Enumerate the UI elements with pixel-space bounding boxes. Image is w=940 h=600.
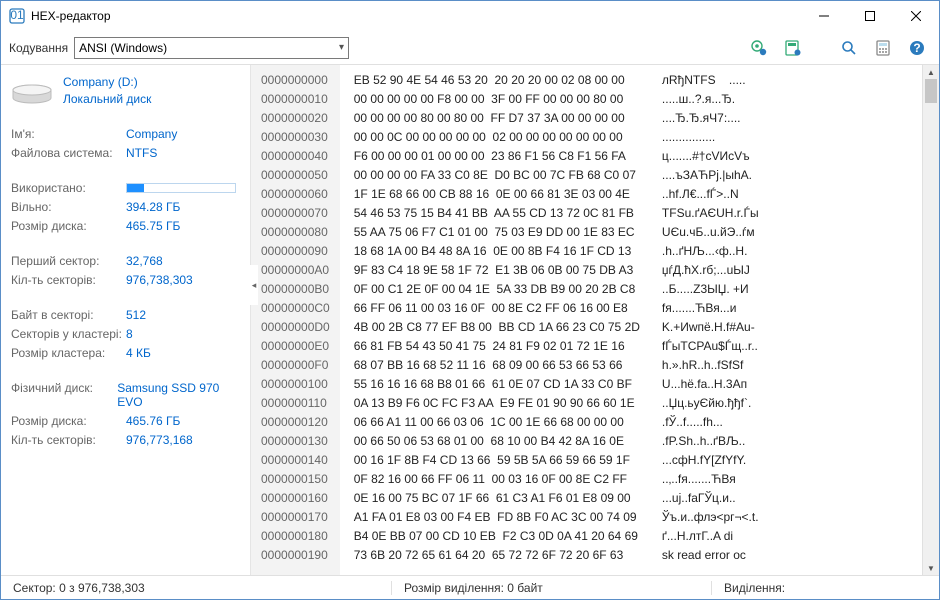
prop-row: Байт в секторі:512 (11, 308, 238, 322)
calculator-button[interactable] (869, 34, 897, 62)
encoding-value: ANSI (Windows) (79, 41, 167, 55)
prop-key: Розмір диска: (11, 414, 126, 428)
prop-value: 8 (126, 327, 133, 341)
prop-key: Ім'я: (11, 127, 126, 141)
prop-value: 976,773,168 (126, 433, 193, 447)
prop-value: 32,768 (126, 254, 163, 268)
status-selection-size: Розмір виділення: 0 байт (391, 581, 711, 595)
prop-key: Байт в секторі: (11, 308, 126, 322)
chevron-down-icon: ▾ (339, 42, 344, 53)
prop-row: Перший сектор:32,768 (11, 254, 238, 268)
minimize-button[interactable] (801, 1, 847, 31)
prop-key: Вільно: (11, 200, 126, 214)
prop-key: Кіл-ть секторів: (11, 433, 126, 447)
prop-value: 512 (126, 308, 146, 322)
usage-bar (126, 183, 236, 193)
status-sector: Сектор: 0 з 976,738,303 (1, 581, 391, 595)
help-button[interactable]: ? (903, 34, 931, 62)
close-button[interactable] (893, 1, 939, 31)
prop-row: Файлова система:NTFS (11, 146, 238, 160)
drive-kind: Локальний диск (63, 92, 151, 106)
prop-row: Секторів у кластері:8 (11, 327, 238, 341)
prop-value: 394.28 ГБ (126, 200, 180, 214)
sidebar-collapse-handle[interactable]: ◂ (250, 265, 258, 305)
status-selection: Виділення: (711, 581, 797, 595)
encoding-select[interactable]: ANSI (Windows) ▾ (74, 37, 349, 59)
window-title: HEX-редактор (31, 9, 801, 23)
window-controls (801, 1, 939, 31)
prop-row: Розмір диска:465.75 ГБ (11, 219, 238, 233)
prop-key: Секторів у кластері: (11, 327, 126, 341)
prop-row: Ім'я:Company (11, 127, 238, 141)
ascii-column[interactable]: лRђNTFS ..... .....ш..?.я...Ђ. ....Ђ.Ђ.я… (654, 65, 922, 575)
prop-row: Фізичний диск:Samsung SSD 970 EVO (11, 381, 238, 409)
prop-row: Вільно:394.28 ГБ (11, 200, 238, 214)
scroll-up-icon[interactable]: ▲ (923, 65, 939, 79)
encoding-label: Кодування (9, 41, 68, 55)
hex-column[interactable]: EB 52 90 4E 54 46 53 20 20 20 20 00 02 0… (340, 65, 654, 575)
prop-key: Розмір кластера: (11, 346, 126, 360)
drive-name[interactable]: Company (D:) (63, 75, 151, 89)
prop-value: NTFS (126, 146, 157, 160)
prop-row: Кіл-ть секторів:976,773,168 (11, 433, 238, 447)
prop-value: 976,738,303 (126, 273, 193, 287)
prop-key: Фізичний диск: (11, 381, 117, 409)
prop-value: Company (126, 127, 177, 141)
scroll-down-icon[interactable]: ▼ (923, 561, 939, 575)
offset-column: 0000000000 0000000010 0000000020 0000000… (251, 65, 340, 575)
prop-row: Розмір диска:465.76 ГБ (11, 414, 238, 428)
prop-key: Використано: (11, 181, 126, 195)
prop-row: Розмір кластера:4 КБ (11, 346, 238, 360)
settings-button[interactable] (745, 34, 773, 62)
hex-pane[interactable]: ◂ 0000000000 0000000010 0000000020 00000… (251, 65, 939, 575)
prop-key: Кіл-ть секторів: (11, 273, 126, 287)
titlebar: 01 HEX-редактор (1, 1, 939, 31)
vertical-scrollbar[interactable]: ▲ ▼ (922, 65, 939, 575)
toolbar: Кодування ANSI (Windows) ▾ ? (1, 31, 939, 65)
svg-text:01: 01 (10, 8, 24, 22)
status-bar: Сектор: 0 з 976,738,303 Розмір виділення… (1, 575, 939, 599)
prop-value: 465.76 ГБ (126, 414, 180, 428)
search-button[interactable] (835, 34, 863, 62)
scroll-thumb[interactable] (925, 79, 937, 103)
save-button[interactable] (779, 34, 807, 62)
maximize-button[interactable] (847, 1, 893, 31)
prop-value: 465.75 ГБ (126, 219, 180, 233)
prop-row: Кіл-ть секторів:976,738,303 (11, 273, 238, 287)
svg-text:?: ? (913, 41, 920, 55)
prop-key: Файлова система: (11, 146, 126, 160)
app-icon: 01 (9, 8, 25, 24)
prop-value: 4 КБ (126, 346, 151, 360)
prop-row: Використано: (11, 181, 238, 195)
drive-icon (11, 79, 53, 109)
prop-key: Розмір диска: (11, 219, 126, 233)
sidebar: Company (D:) Локальний диск Ім'я:Company… (1, 65, 251, 575)
prop-key: Перший сектор: (11, 254, 126, 268)
prop-value: Samsung SSD 970 EVO (117, 381, 238, 409)
